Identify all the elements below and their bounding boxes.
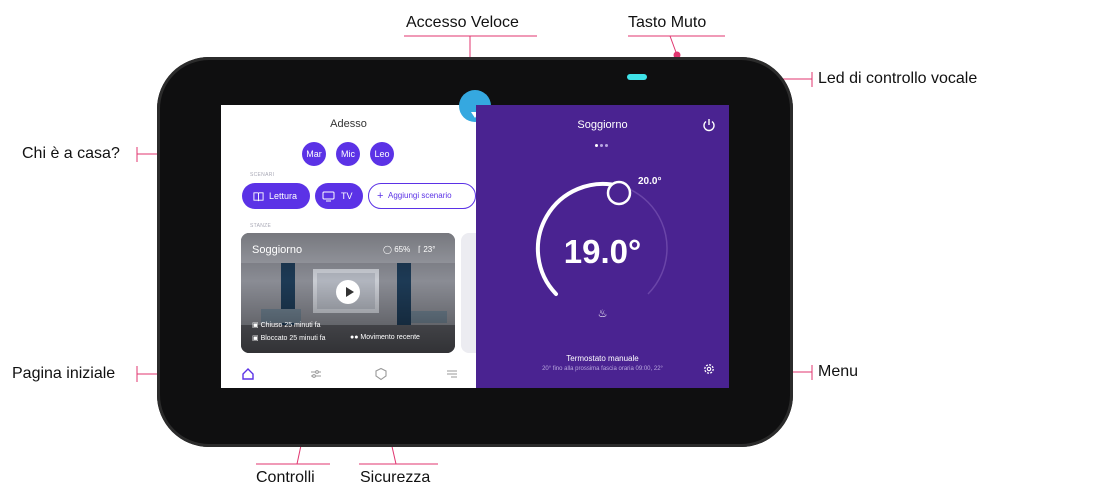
droplet-icon: ◯ — [383, 245, 392, 254]
door-status: ▣ Chiuso 25 minuti fa — [252, 322, 321, 329]
scenario-tv-button[interactable]: TV — [315, 183, 363, 209]
voice-led — [627, 74, 647, 80]
scenario-label: Lettura — [269, 191, 298, 201]
setpoint-value: 20.0° — [638, 176, 662, 187]
person-avatar-leo[interactable]: Leo — [370, 142, 394, 166]
plus-icon: + — [377, 190, 384, 202]
bottom-nav — [221, 359, 476, 388]
door-icon: ▣ — [252, 322, 259, 329]
play-button[interactable] — [336, 280, 360, 304]
lock-status: ▣ Bloccato 25 minuti fa — [252, 335, 326, 342]
motion-icon: ●● — [350, 334, 359, 341]
room-humidity: ◯ 65% — [383, 245, 411, 254]
callout-led-vocale: Led di controllo vocale — [818, 70, 978, 87]
setpoint-knob — [606, 180, 632, 206]
current-temperature: 19.0° — [563, 233, 642, 270]
gear-icon — [704, 364, 714, 374]
stanze-label: STANZE — [250, 223, 272, 229]
home-title: Adesso — [330, 118, 367, 130]
callout-pagina-iniziale: Pagina iniziale — [12, 365, 116, 382]
room-name: Soggiorno — [252, 244, 303, 256]
scenario-label: Aggiungi scenario — [388, 191, 452, 200]
person-avatar-mic[interactable]: Mic — [336, 142, 360, 166]
callout-accesso-veloce: Accesso Veloce — [406, 14, 519, 31]
play-icon — [346, 287, 354, 297]
room-temperature: ⌈ 23° — [418, 245, 436, 254]
shield-icon[interactable] — [374, 367, 388, 381]
callout-chi-e-a-casa: Chi è a casa? — [22, 145, 120, 162]
room-card-next[interactable] — [461, 233, 476, 353]
settings-button[interactable] — [702, 362, 716, 376]
motion-status: ●● Movimento recente — [350, 334, 420, 341]
person-avatar-mar[interactable]: Mar — [302, 142, 326, 166]
callout-sicurezza: Sicurezza — [360, 469, 431, 486]
scenario-lettura-button[interactable]: Lettura — [242, 183, 310, 209]
scenario-label: TV — [341, 191, 353, 201]
callout-tasto-muto: Tasto Muto — [628, 14, 707, 31]
add-scenario-button[interactable]: + Aggiungi scenario — [368, 183, 476, 209]
thermostat-screen: Soggiorno 20.0° 19.0° ♨ Termostato manua… — [476, 105, 729, 388]
tv-icon — [322, 183, 335, 209]
flame-icon: ♨ — [597, 308, 608, 320]
book-icon — [253, 183, 264, 209]
home-icon[interactable] — [241, 367, 255, 381]
menu-icon[interactable] — [445, 367, 459, 381]
room-card-soggiorno[interactable]: Soggiorno ◯ 65% ⌈ 23° ▣ Chiuso 25 minuti… — [241, 233, 455, 353]
sliders-icon[interactable] — [309, 367, 323, 381]
schedule-note: 20° fino alla prossima fascia oraria 09:… — [542, 366, 663, 372]
home-screen: Adesso Mar Mic Leo SCENARI Lettura TV + … — [221, 105, 476, 388]
callout-menu: Menu — [818, 363, 859, 380]
thermostat-mode: Termostato manuale — [566, 354, 639, 363]
scenari-label: SCENARI — [250, 172, 275, 178]
lock-icon: ▣ — [252, 335, 259, 342]
callout-controlli: Controlli — [256, 469, 315, 486]
thermometer-icon: ⌈ — [418, 245, 422, 254]
